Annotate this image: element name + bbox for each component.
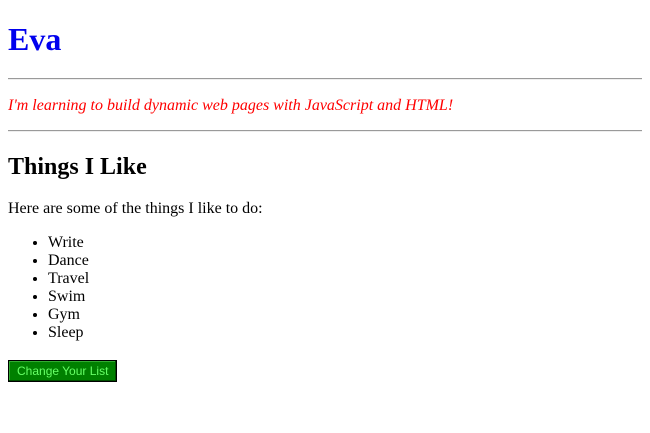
likes-list: Write Dance Travel Swim Gym Sleep	[8, 234, 642, 342]
list-item: Sleep	[48, 324, 642, 342]
list-item: Swim	[48, 288, 642, 306]
list-item: Travel	[48, 270, 642, 288]
list-item: Dance	[48, 252, 642, 270]
section-heading: Things I Like	[8, 154, 147, 180]
change-list-button[interactable]: Change Your List	[8, 360, 118, 382]
list-item: Gym	[48, 306, 642, 324]
page-title: Eva	[8, 21, 62, 57]
list-item: Write	[48, 234, 642, 252]
intro-text: Here are some of the things I like to do…	[8, 200, 263, 217]
page: Eva I'm learning to build dynamic web pa…	[0, 0, 650, 382]
tagline: I'm learning to build dynamic web pages …	[8, 97, 454, 114]
